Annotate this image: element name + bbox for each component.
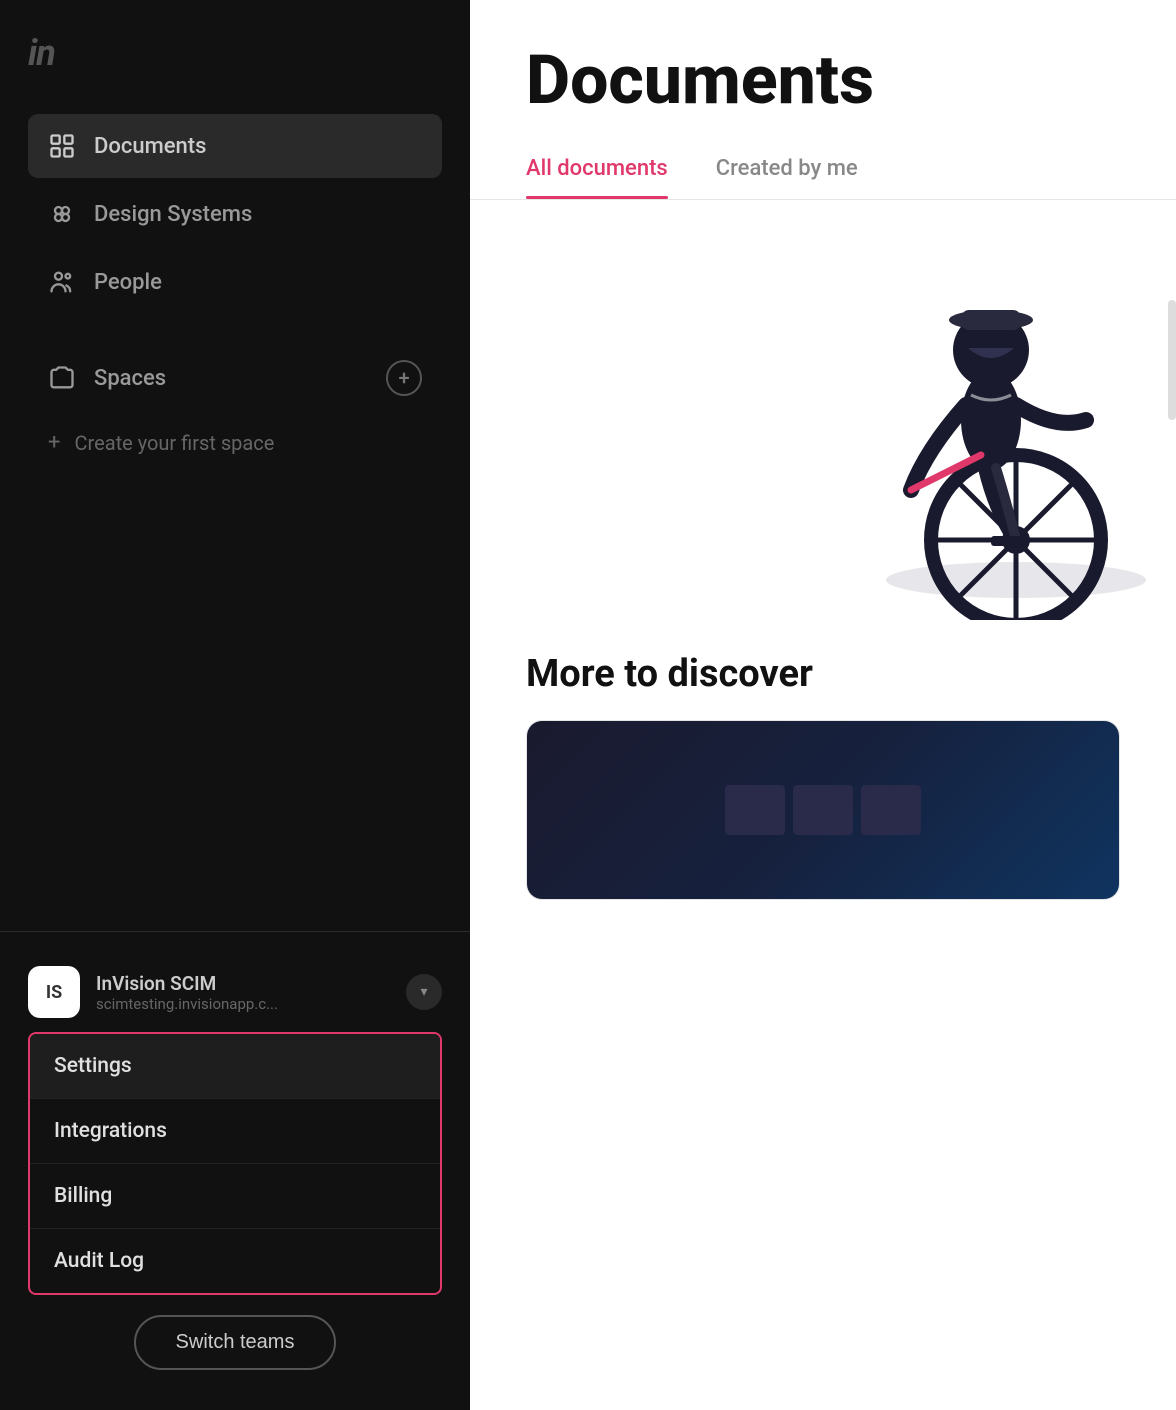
discover-title: More to discover	[526, 652, 1120, 696]
card-thumbnail-1	[725, 785, 785, 835]
dropdown-item-billing[interactable]: Billing	[30, 1164, 440, 1229]
tabs: All documents Created by me	[526, 156, 1120, 199]
tab-all-documents[interactable]: All documents	[526, 156, 668, 199]
empty-state-illustration	[696, 220, 1176, 620]
tab-created-by-me[interactable]: Created by me	[716, 156, 858, 199]
nav-label-documents: Documents	[94, 134, 206, 159]
spaces-label: Spaces	[94, 366, 166, 391]
card-thumbnail-2	[793, 785, 853, 835]
spaces-icon	[48, 364, 76, 392]
scrollbar[interactable]	[1168, 300, 1176, 420]
chevron-down-icon[interactable]: ▾	[406, 974, 442, 1010]
discover-card	[526, 720, 1120, 900]
nav-item-design-systems[interactable]: Design Systems	[28, 182, 442, 246]
nav-item-people[interactable]: People	[28, 250, 442, 314]
design-systems-icon	[48, 200, 76, 228]
nav-label-people: People	[94, 270, 162, 295]
add-space-button[interactable]: +	[386, 360, 422, 396]
discover-section: More to discover	[470, 620, 1176, 932]
dropdown-item-audit-log[interactable]: Audit Log	[30, 1229, 440, 1293]
card-inner	[527, 721, 1119, 899]
create-space-item[interactable]: + Create your first space	[28, 414, 442, 471]
dropdown-item-settings[interactable]: Settings	[30, 1034, 440, 1099]
main-header: Documents All documents Created by me	[470, 0, 1176, 200]
dropdown-menu: Settings Integrations Billing Audit Log	[28, 1032, 442, 1295]
account-name: InVision SCIM	[96, 972, 390, 995]
dropdown-item-integrations[interactable]: Integrations	[30, 1099, 440, 1164]
create-space-label: Create your first space	[74, 431, 274, 455]
plus-icon: +	[48, 430, 60, 455]
switch-teams-button[interactable]: Switch teams	[134, 1315, 337, 1370]
nav-item-documents[interactable]: Documents	[28, 114, 442, 178]
account-info: InVision SCIM scimtesting.invisionapp.c.…	[96, 972, 390, 1013]
nav-label-design-systems: Design Systems	[94, 202, 252, 227]
nav-items: Documents Design Systems	[28, 114, 442, 314]
sidebar-top: in Documents	[0, 0, 470, 491]
spaces-icon-group: Spaces	[48, 364, 166, 392]
illustration-wrapper	[470, 220, 1176, 620]
sidebar: in Documents	[0, 0, 470, 1410]
sidebar-bottom: IS InVision SCIM scimtesting.invisionapp…	[0, 931, 470, 1410]
account-url: scimtesting.invisionapp.c...	[96, 995, 390, 1013]
spaces-header: Spaces +	[28, 342, 442, 414]
account-row[interactable]: IS InVision SCIM scimtesting.invisionapp…	[28, 952, 442, 1032]
account-avatar: IS	[28, 966, 80, 1018]
spaces-section: Spaces + + Create your first space	[28, 342, 442, 471]
main-content: Documents All documents Created by me	[470, 0, 1176, 1410]
people-icon	[48, 268, 76, 296]
page-title: Documents	[526, 40, 1120, 120]
documents-icon	[48, 132, 76, 160]
invision-logo: in	[28, 32, 442, 74]
card-thumbnail-3	[861, 785, 921, 835]
